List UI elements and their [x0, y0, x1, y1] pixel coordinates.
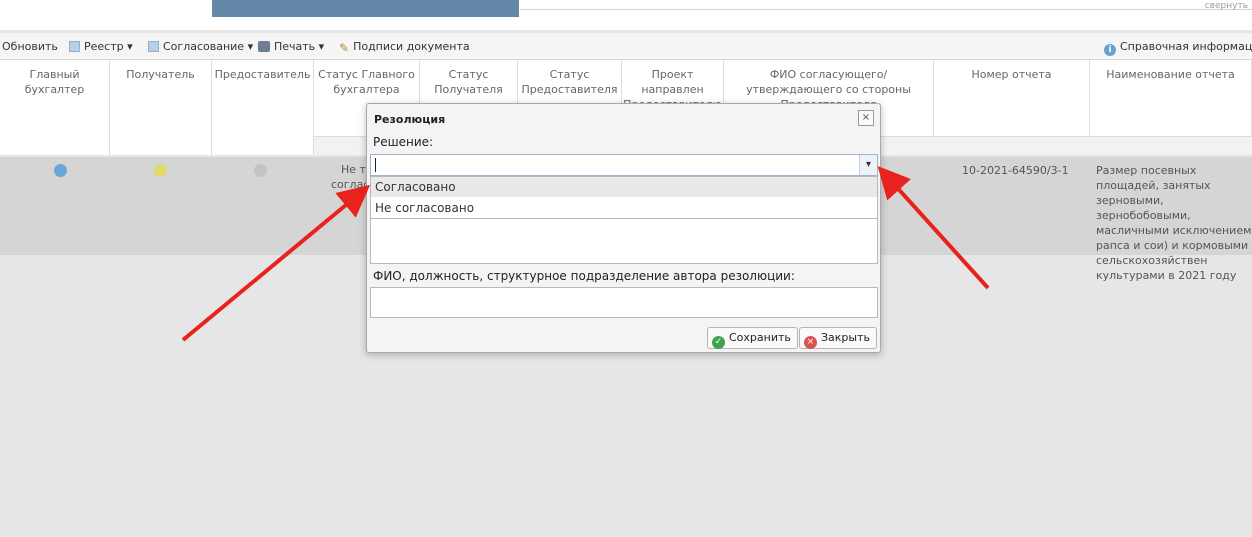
pen-icon: ✎ [339, 41, 350, 55]
recipient-status-dot [154, 164, 167, 177]
print-menu[interactable]: Печать ▾ [258, 40, 324, 53]
registry-label: Реестр ▾ [84, 40, 133, 53]
signatures-button[interactable]: ✎ Подписи документа [339, 40, 470, 55]
decision-combobox[interactable]: ▾ [370, 154, 878, 176]
chief-status-dot [54, 164, 67, 177]
dialog-title: Резолюция [374, 113, 446, 126]
report-number: 10-2021-64590/3-1 [962, 164, 1069, 177]
cancel-button[interactable]: × Закрыть [799, 327, 877, 349]
toolbar: Обновить Реестр ▾ Согласование ▾ Печать … [0, 33, 1252, 60]
resolution-textarea[interactable] [370, 214, 878, 264]
top-bar: свернуть [0, 0, 1252, 30]
decision-label: Решение: [373, 135, 434, 149]
col-header-recipient[interactable]: Получатель [110, 60, 212, 155]
check-icon: ✓ [712, 336, 725, 349]
chief-status-text-2: соглас [331, 178, 370, 191]
approval-label: Согласование ▾ [163, 40, 254, 53]
resolution-dialog: Резолюция × Решение: ▾ Согласовано Не со… [366, 103, 881, 353]
author-label: ФИО, должность, структурное подразделени… [373, 269, 795, 283]
refresh-label: Обновить [2, 40, 58, 53]
signatures-label: Подписи документа [353, 40, 470, 53]
save-label: Сохранить [729, 331, 791, 344]
author-input[interactable] [370, 287, 878, 318]
help-label: Справочная информаци [1120, 40, 1252, 53]
col-header-provider[interactable]: Предоставитель [212, 60, 314, 155]
col-header-chief-accountant[interactable]: Главный бухгалтер [0, 60, 110, 155]
approval-icon [148, 41, 159, 52]
cancel-label: Закрыть [821, 331, 870, 344]
option-not-approved[interactable]: Не согласовано [371, 198, 877, 218]
report-name: Размер посевных площадей, занятых зернов… [1096, 164, 1252, 282]
print-label: Печать ▾ [274, 40, 325, 53]
approval-menu[interactable]: Согласование ▾ [148, 40, 253, 53]
printer-icon [258, 41, 270, 52]
provider-status-dot [254, 164, 267, 177]
option-approved[interactable]: Согласовано [371, 177, 877, 197]
text-caret [375, 158, 376, 172]
save-button[interactable]: ✓ Сохранить [707, 327, 798, 349]
refresh-button[interactable]: Обновить [2, 40, 58, 53]
info-icon: i [1104, 44, 1116, 56]
close-icon[interactable]: × [858, 110, 874, 126]
active-tab-strip[interactable] [212, 0, 519, 17]
help-link[interactable]: i Справочная информаци [1104, 40, 1252, 56]
registry-menu[interactable]: Реестр ▾ [69, 40, 133, 53]
decision-dropdown-list: Согласовано Не согласовано [370, 176, 878, 219]
collapse-link[interactable]: свернуть [1205, 1, 1248, 11]
registry-icon [69, 41, 80, 52]
close-circle-icon: × [804, 336, 817, 349]
chevron-down-icon[interactable]: ▾ [859, 155, 877, 175]
top-divider [520, 9, 1252, 10]
